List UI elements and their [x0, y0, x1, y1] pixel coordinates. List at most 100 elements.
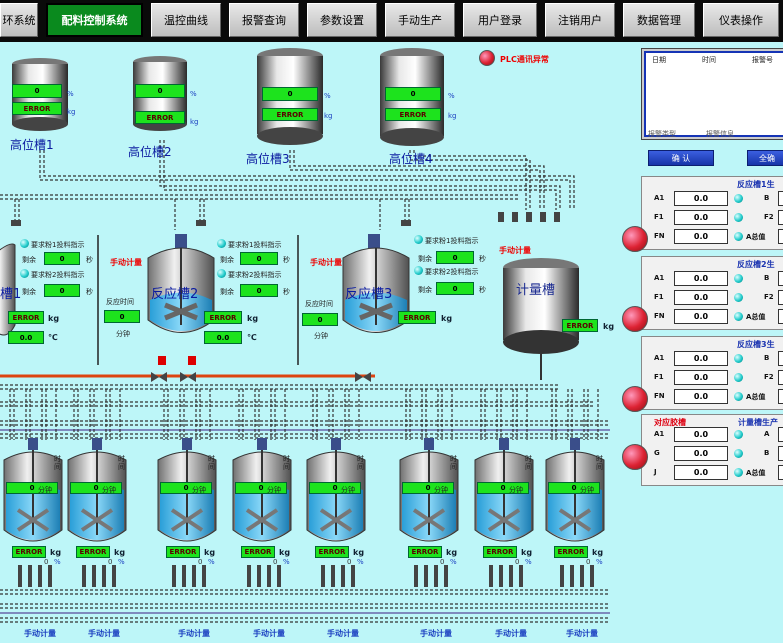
- panel-3-row-3-right-input[interactable]: [778, 389, 783, 404]
- panel-3-title: 反应槽3生: [737, 340, 775, 349]
- panel-4-start-button[interactable]: [622, 444, 648, 470]
- panel-2-row-1-label: A1: [654, 274, 665, 282]
- panel-2-start-button[interactable]: [622, 306, 648, 332]
- high-tank-3-pct-unit: %: [324, 92, 331, 100]
- panel-3-row-2-label: F1: [654, 373, 664, 381]
- panel-4-row-2-right-input[interactable]: [778, 446, 783, 461]
- panel-1-row-2-label: F1: [654, 213, 664, 221]
- reactor-1-weight-status: ERROR: [8, 311, 44, 324]
- small-tank-6-manual[interactable]: 手动计量: [420, 628, 452, 639]
- panel-2-title: 反应槽2生: [737, 260, 775, 269]
- tab-temp-curve[interactable]: 温控曲线: [151, 3, 221, 37]
- reactor-3-time-label: 反应时间: [305, 300, 333, 308]
- small-tank-3-side-text: 时间: [208, 455, 215, 471]
- reactor-1-remain2-label: 剩余: [22, 288, 36, 296]
- reactor-1-temp: 0.0: [8, 331, 44, 344]
- panel-4-row-1-label: A1: [654, 430, 665, 438]
- reactor-1-req2-label: 要求粉2投料指示: [31, 271, 85, 279]
- panel-1-row-3-right-input[interactable]: [778, 229, 783, 244]
- small-tank-4-side-text: 时间: [283, 455, 290, 471]
- reactor-2-weight-unit: kg: [247, 314, 259, 323]
- small-tank-1-manual[interactable]: 手动计量: [24, 628, 56, 639]
- panel-2-row-3-right-input[interactable]: [778, 309, 783, 324]
- tab-logout[interactable]: 注销用户: [545, 3, 615, 37]
- small-tank-5-manual[interactable]: 手动计量: [327, 628, 359, 639]
- alarm-header-date: 日期: [652, 56, 666, 64]
- reactor-1-remain1-value: 0: [44, 252, 80, 265]
- small-tank-1-time-unit: 分钟: [38, 486, 52, 494]
- production-panel-1: 反应槽1生 A1 0.0 B F1 0.0 F2 FN 0.0 A总值: [641, 176, 783, 250]
- panel-1-row-3-input[interactable]: 0.0: [674, 229, 728, 244]
- panel-1-row-1-input[interactable]: 0.0: [674, 191, 728, 206]
- tab-user-login[interactable]: 用户登录: [463, 3, 537, 37]
- high-tank-2-status: ERROR: [135, 111, 185, 124]
- plc-alarm-indicator: [479, 50, 495, 66]
- tab-parameter-settings[interactable]: 参数设置: [307, 3, 377, 37]
- panel-1-row-2-right-input[interactable]: [778, 210, 783, 225]
- panel-3-row-3-right-label: A总值: [746, 393, 766, 401]
- meter-tank-status: ERROR: [562, 319, 598, 332]
- meter-tank-manual[interactable]: 手动计量: [499, 245, 531, 256]
- small-tank-2-manual[interactable]: 手动计量: [88, 628, 120, 639]
- reactor-3-req2-led: [414, 266, 423, 275]
- confirm-all-button[interactable]: 全确: [747, 150, 783, 166]
- small-tank-7-status: ERROR: [483, 546, 517, 558]
- tab-data-management[interactable]: 数据管理: [623, 3, 695, 37]
- small-tank-4-manual[interactable]: 手动计量: [253, 628, 285, 639]
- panel-3-row-2-right-input[interactable]: [778, 370, 783, 385]
- panel-1-row-2-input[interactable]: 0.0: [674, 210, 728, 225]
- small-tank-3-manual[interactable]: 手动计量: [178, 628, 210, 639]
- panel-4-row-3-right-input[interactable]: [778, 465, 783, 480]
- panel-3-row-2-input[interactable]: 0.0: [674, 370, 728, 385]
- reactor-1-name: 槽1: [0, 287, 22, 302]
- panel-3-row-3-input[interactable]: 0.0: [674, 389, 728, 404]
- small-tank-7-pct-unit: %: [525, 558, 532, 566]
- reactor-2-remain2-value: 0: [240, 284, 278, 297]
- panel-2-row-2-right-input[interactable]: [778, 290, 783, 305]
- panel-2-row-1-input[interactable]: 0.0: [674, 271, 728, 286]
- small-tank-8-manual[interactable]: 手动计量: [566, 628, 598, 639]
- panel-1-row-2-right-label: F2: [764, 213, 774, 221]
- panel-3-row-1-right-input[interactable]: [778, 351, 783, 366]
- panel-1-row-1-label: A1: [654, 194, 665, 202]
- panel-2-row-2-input[interactable]: 0.0: [674, 290, 728, 305]
- tab-alarm-query[interactable]: 报警查询: [229, 3, 299, 37]
- tab-instrument-operation[interactable]: 仪表操作: [703, 3, 779, 37]
- panel-4-row-2-input[interactable]: 0.0: [674, 446, 728, 461]
- confirm-button[interactable]: 确 认: [648, 150, 714, 166]
- panel-2-row-3-input[interactable]: 0.0: [674, 309, 728, 324]
- small-tank-7-manual[interactable]: 手动计量: [495, 628, 527, 639]
- panel-3-row-3-led: [734, 392, 743, 401]
- small-tank-3-status: ERROR: [166, 546, 200, 558]
- panel-4-row-3-input[interactable]: 0.0: [674, 465, 728, 480]
- panel-4-row-2-led: [734, 449, 743, 458]
- panel-2-row-1-led: [734, 274, 743, 283]
- high-tank-3-name: 高位槽3: [246, 152, 290, 166]
- panel-3-start-button[interactable]: [622, 386, 648, 412]
- panel-2-row-1-right-label: B: [764, 274, 770, 282]
- panel-4-row-1-right-input[interactable]: [778, 427, 783, 442]
- small-tank-8-status: ERROR: [554, 546, 588, 558]
- panel-1-start-button[interactable]: [622, 226, 648, 252]
- small-tank-1-unit: kg: [50, 548, 62, 557]
- tab-loop-system[interactable]: 环系统: [0, 3, 38, 37]
- panel-3-row-1-input[interactable]: 0.0: [674, 351, 728, 366]
- tab-manual-production[interactable]: 手动生产: [385, 3, 455, 37]
- small-tank-6-side-text: 时间: [450, 455, 457, 471]
- high-tank-2-value: 0: [135, 84, 185, 98]
- panel-4-row-1-right-label: A: [764, 430, 770, 438]
- panel-4-row-1-input[interactable]: 0.0: [674, 427, 728, 442]
- reactor-2-manual[interactable]: 手动计量: [110, 257, 142, 268]
- reactor-1-req1-label: 要求粉1投料指示: [31, 241, 85, 249]
- reactor-3-manual[interactable]: 手动计量: [310, 257, 342, 268]
- panel-2-row-1-right-input[interactable]: [778, 271, 783, 286]
- panel-1-row-1-right-input[interactable]: [778, 191, 783, 206]
- tab-batching-control[interactable]: 配料控制系统: [46, 3, 143, 37]
- reactor-2-weight-status: ERROR: [204, 311, 242, 324]
- panel-2-row-3-label: FN: [654, 312, 665, 320]
- high-tank-1-kg-unit: kg: [67, 108, 76, 116]
- small-tank-6-pct-value: 0: [440, 558, 445, 566]
- small-tank-1-side-text: 时间: [54, 455, 61, 471]
- small-tank-8-side-text: 时间: [596, 455, 603, 471]
- small-tank-3-time-unit: 分钟: [192, 486, 206, 494]
